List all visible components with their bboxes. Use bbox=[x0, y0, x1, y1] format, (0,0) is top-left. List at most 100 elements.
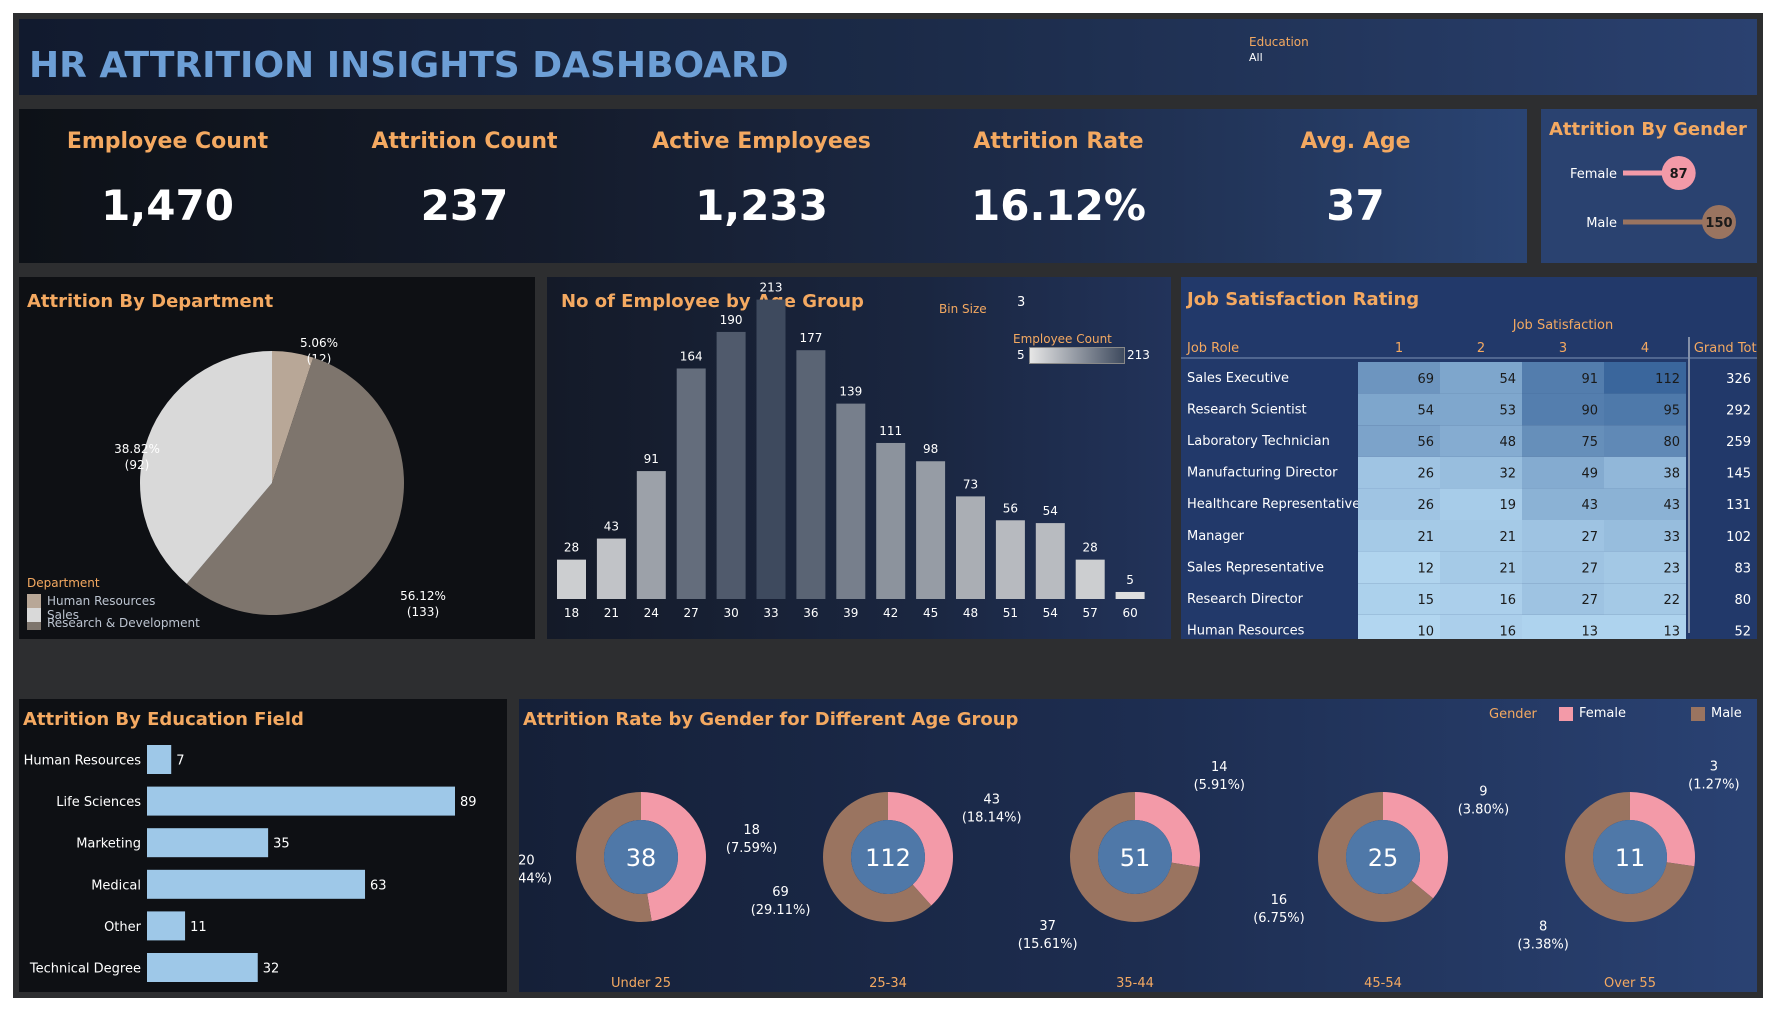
education-bar-value: 89 bbox=[460, 795, 477, 810]
job-satisfaction-panel: Job Satisfaction Rating Job Satisfaction… bbox=[1181, 277, 1757, 639]
age-bar bbox=[956, 496, 985, 599]
education-bar-value: 63 bbox=[370, 878, 387, 893]
education-bar bbox=[147, 786, 455, 816]
age-tick-label: 42 bbox=[883, 606, 898, 620]
row-total: 145 bbox=[1726, 467, 1751, 482]
pie-count-label: (133) bbox=[407, 605, 439, 619]
gender-value-label: 87 bbox=[1670, 167, 1688, 182]
heatmap-cell-value: 49 bbox=[1581, 467, 1598, 482]
donut-male-count: 20 bbox=[519, 853, 535, 868]
kpi-value: 237 bbox=[420, 181, 509, 230]
row-total: 292 bbox=[1726, 403, 1751, 418]
education-bar-value: 7 bbox=[176, 754, 184, 769]
donut-male-pct: (6.75%) bbox=[1253, 911, 1304, 926]
heatmap-cell-value: 21 bbox=[1417, 530, 1434, 545]
role-label: Research Scientist bbox=[1187, 402, 1307, 417]
heatmap-cell-value: 54 bbox=[1417, 403, 1434, 418]
education-bar bbox=[147, 953, 258, 982]
education-bar bbox=[147, 869, 366, 899]
row-total: 259 bbox=[1726, 435, 1751, 450]
education-category-label: Human Resources bbox=[24, 754, 142, 769]
role-label: Manufacturing Director bbox=[1187, 466, 1338, 481]
kpi-attrition-count: Attrition Count 237 bbox=[316, 109, 613, 263]
age-bar bbox=[596, 538, 626, 599]
row-header: Job Role bbox=[1186, 341, 1239, 356]
row-total: 131 bbox=[1726, 498, 1751, 513]
legend-item-sales-real: Sales bbox=[27, 606, 79, 624]
education-filter[interactable]: Education All bbox=[1249, 35, 1369, 71]
role-label: Healthcare Representative bbox=[1187, 497, 1360, 512]
donut-male-pct: (29.11%) bbox=[751, 903, 811, 918]
heatmap-cell-value: 23 bbox=[1663, 561, 1680, 576]
age-bar-value: 213 bbox=[760, 281, 783, 295]
role-label: Manager bbox=[1187, 529, 1245, 544]
heatmap-cell-value: 27 bbox=[1581, 561, 1598, 576]
age-group-label: 35-44 bbox=[1116, 976, 1154, 991]
donut-total-label: 11 bbox=[1615, 844, 1646, 872]
age-bar bbox=[876, 442, 906, 599]
heatmap-cell-value: 69 bbox=[1417, 372, 1434, 387]
kpi-label: Employee Count bbox=[66, 129, 269, 154]
education-bar bbox=[147, 745, 172, 774]
donut-female-count: 43 bbox=[983, 792, 1000, 807]
age-group-label: 25-34 bbox=[869, 976, 907, 991]
donut-total-label: 25 bbox=[1368, 844, 1399, 872]
heatmap-cell-value: 15 bbox=[1417, 593, 1434, 608]
age-bar-value: 91 bbox=[644, 452, 659, 466]
heatmap-cell-value: 27 bbox=[1581, 593, 1598, 608]
heatmap-cell-value: 54 bbox=[1499, 372, 1516, 387]
age-tick-label: 51 bbox=[1003, 606, 1018, 620]
column-group-label: Job Satisfaction bbox=[1512, 318, 1613, 333]
gender-category-label: Male bbox=[1586, 216, 1617, 231]
age-bar bbox=[995, 520, 1025, 599]
kpi-active-employees: Active Employees 1,233 bbox=[613, 109, 910, 263]
education-bar-value: 32 bbox=[263, 962, 280, 977]
column-header: 3 bbox=[1559, 341, 1567, 356]
heatmap-cell-value: 16 bbox=[1499, 625, 1516, 639]
heatmap-cell-value: 95 bbox=[1663, 403, 1680, 418]
age-bar bbox=[916, 461, 946, 599]
heatmap-cell-value: 13 bbox=[1581, 625, 1598, 639]
department-panel: Attrition By Department 5.06% (12) 56.12%(… bbox=[19, 277, 535, 639]
education-field-panel: Attrition By Education Field Human Resou… bbox=[19, 699, 507, 992]
kpi-label: Attrition Count bbox=[371, 129, 558, 154]
heatmap-cell-value: 53 bbox=[1499, 403, 1516, 418]
heatmap-cell-value: 19 bbox=[1499, 498, 1516, 513]
dashboard-frame: HR ATTRITION INSIGHTS DASHBOARD Educatio… bbox=[13, 13, 1763, 998]
heatmap-cell-value: 12 bbox=[1417, 561, 1434, 576]
age-bar-value: 98 bbox=[923, 442, 938, 456]
donut-female-pct: (5.91%) bbox=[1194, 778, 1245, 793]
column-header: 2 bbox=[1477, 341, 1485, 356]
kpi-value: 37 bbox=[1326, 181, 1385, 230]
heatmap-cell-value: 80 bbox=[1663, 435, 1680, 450]
heatmap-cell-value: 10 bbox=[1417, 625, 1434, 639]
age-bar-value: 56 bbox=[1003, 501, 1018, 515]
heatmap-cell-value: 13 bbox=[1663, 625, 1680, 639]
age-bar-value: 43 bbox=[604, 520, 619, 534]
role-label: Sales Executive bbox=[1187, 371, 1289, 386]
donut-male-count: 8 bbox=[1539, 919, 1547, 934]
education-category-label: Technical Degree bbox=[29, 962, 141, 977]
education-filter-label: Education bbox=[1249, 35, 1309, 49]
heatmap-cell-value: 21 bbox=[1499, 561, 1516, 576]
education-bar-value: 35 bbox=[273, 837, 290, 852]
age-bar bbox=[636, 471, 666, 599]
education-category-label: Medical bbox=[91, 878, 141, 893]
row-total: 83 bbox=[1734, 561, 1751, 576]
legend-swatch bbox=[27, 608, 41, 622]
legend-label: Sales bbox=[47, 608, 79, 622]
heatmap-cell-value: 32 bbox=[1499, 467, 1516, 482]
heatmap-cell-value: 26 bbox=[1417, 498, 1434, 513]
age-bar bbox=[716, 331, 746, 599]
heatmap-cell-value: 16 bbox=[1499, 593, 1516, 608]
education-bar bbox=[147, 828, 269, 858]
gender-age-donut-charts: 3818(7.59%)20(8.44%)Under 2511243(18.14%… bbox=[519, 759, 1740, 991]
pie-pct-label: 5.06% bbox=[300, 336, 338, 350]
donut-total-label: 38 bbox=[626, 844, 657, 872]
heatmap-cell-value: 43 bbox=[1663, 498, 1680, 513]
age-bar-value: 190 bbox=[720, 313, 743, 327]
donut-female-count: 14 bbox=[1211, 760, 1228, 775]
heatmap-cell-value: 21 bbox=[1499, 530, 1516, 545]
age-bar-value: 164 bbox=[680, 349, 703, 363]
donut-total-label: 51 bbox=[1120, 844, 1151, 872]
